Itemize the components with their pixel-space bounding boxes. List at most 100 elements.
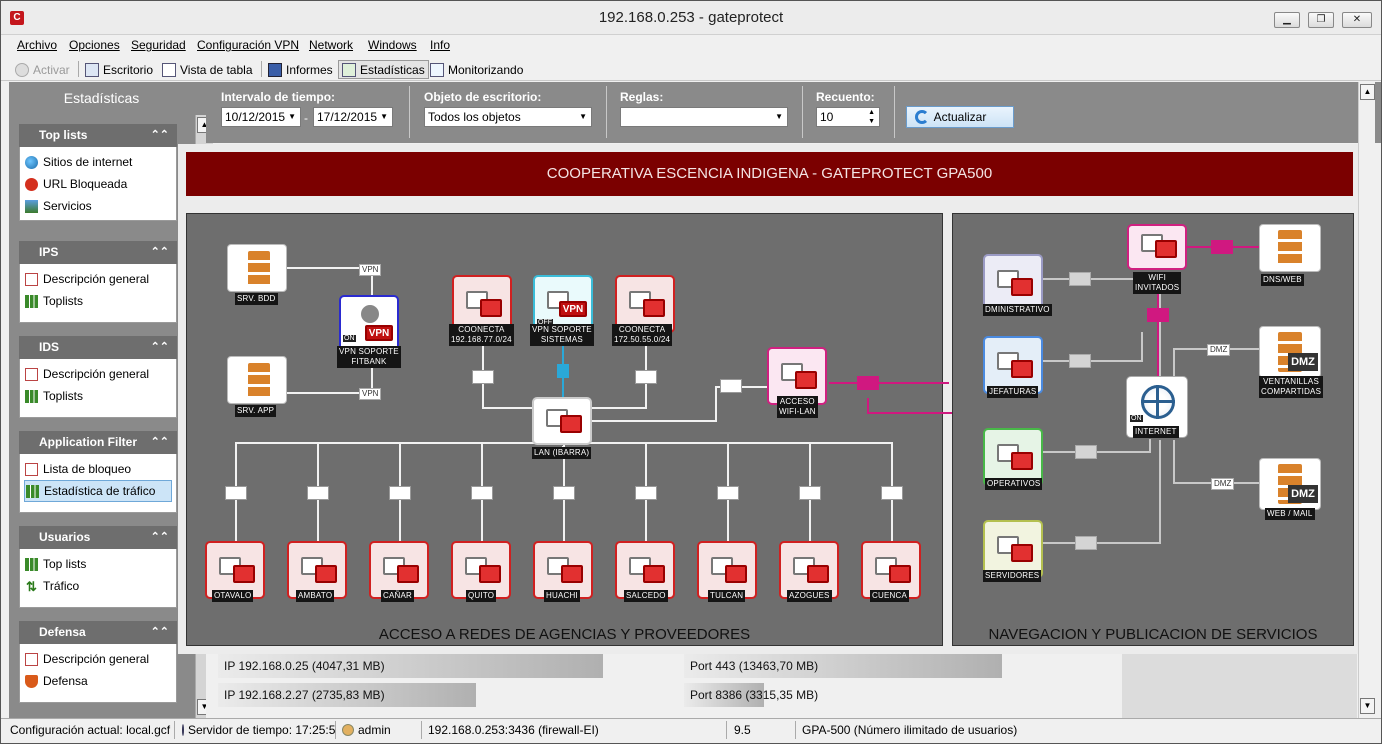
status-user: admin	[339, 721, 422, 739]
status-version: 9.5	[731, 721, 796, 739]
menu-opciones[interactable]: Opciones	[69, 38, 120, 52]
node-label: DNS/WEB	[1261, 274, 1304, 286]
section-ips: IPS ⌃⌃ Descripción general Toplists	[19, 241, 177, 323]
sidebar-item-usuarios-toplists[interactable]: Top lists	[24, 553, 172, 575]
menu-info[interactable]: Info	[430, 38, 450, 52]
node-label: OTAVALO	[212, 590, 254, 602]
node-wifi-invitados[interactable]	[1127, 224, 1187, 270]
section-header[interactable]: IDS ⌃⌃	[19, 336, 177, 359]
sidebar-item-ids-descripcion[interactable]: Descripción general	[24, 363, 172, 385]
node-label: TULCAN	[708, 590, 746, 602]
node-label: INTERNET	[1133, 426, 1179, 438]
section-header[interactable]: Usuarios ⌃⌃	[19, 526, 177, 549]
monitorizando-button[interactable]: Monitorizando	[427, 60, 526, 79]
escritorio-button[interactable]: Escritorio	[82, 60, 156, 79]
sidebar-item-url-bloqueada[interactable]: URL Bloqueada	[24, 173, 172, 195]
node-label: LAN (IBARRA)	[532, 447, 592, 459]
dmz-tag: DMZ	[1207, 344, 1231, 356]
node-label: WIFI INVITADOS	[1133, 272, 1182, 294]
date-to-picker[interactable]: 17/12/2015 ▼	[313, 107, 393, 127]
scroll-down-arrow-icon[interactable]: ▼	[1360, 698, 1375, 714]
count-stepper[interactable]: 10 ▲ ▼	[816, 107, 880, 127]
document-icon	[25, 367, 38, 381]
monitor-icon	[725, 565, 747, 583]
menu-seguridad[interactable]: Seguridad	[131, 38, 186, 52]
section-header[interactable]: Application Filter ⌃⌃	[19, 431, 177, 454]
vpn-node-fitbank[interactable]: VPN ON	[339, 295, 399, 353]
network-dashboard: COOPERATIVA ESCENCIA INDIGENA - GATEPROT…	[178, 144, 1364, 654]
sidebar-item-label: Lista de bloqueo	[43, 462, 132, 476]
link-connector	[389, 486, 411, 500]
sidebar-item-trafico[interactable]: ⇅ Tráfico	[24, 575, 172, 597]
node-label: DMINISTRATIVO	[983, 304, 1052, 316]
collapse-icon[interactable]: ⌃⌃	[151, 431, 169, 454]
close-button[interactable]: ✕	[1342, 12, 1372, 28]
sidebar-item-label: Descripción general	[43, 272, 150, 286]
node-label: COONECTA 172.50.55.0/24	[612, 324, 673, 346]
wifi-link-connector	[1147, 308, 1169, 322]
server-node-srv-app[interactable]	[227, 356, 287, 404]
node-lan-ibarra[interactable]	[532, 397, 592, 445]
node-label: WEB / MAIL	[1265, 508, 1315, 520]
section-header[interactable]: Top lists ⌃⌃	[19, 124, 177, 147]
date-from-picker[interactable]: 10/12/2015 ▼	[221, 107, 301, 127]
filter-divider	[802, 86, 803, 138]
collapse-icon[interactable]: ⌃⌃	[151, 526, 169, 549]
dmz-node-web-mail[interactable]: DMZ	[1259, 458, 1321, 510]
link-connector	[635, 486, 657, 500]
collapse-icon[interactable]: ⌃⌃	[151, 336, 169, 359]
sidebar-item-ids-toplists[interactable]: Toplists	[24, 385, 172, 407]
vista-tabla-button[interactable]: Vista de tabla	[159, 60, 256, 79]
estadisticas-button[interactable]: Estadísticas	[338, 60, 429, 79]
server-node-dns-web[interactable]	[1259, 224, 1321, 272]
monitorizando-label: Monitorizando	[448, 62, 524, 77]
sidebar-item-sitios-internet[interactable]: Sitios de internet	[24, 151, 172, 173]
rules-select[interactable]: ▼	[620, 107, 788, 127]
sidebar-item-ips-descripcion[interactable]: Descripción general	[24, 268, 172, 290]
collapse-icon[interactable]: ⌃⌃	[151, 241, 169, 264]
document-icon	[25, 652, 38, 666]
filter-divider	[894, 86, 895, 138]
dmz-node-ventanillas[interactable]: DMZ	[1259, 326, 1321, 378]
vpn-tag: VPN	[359, 388, 382, 400]
node-label: JEFATURAS	[987, 386, 1039, 398]
minimize-button[interactable]: ▁	[1274, 12, 1300, 28]
status-badge: ON	[1130, 415, 1143, 422]
vpn-link-connector	[557, 364, 569, 378]
monitor-icon	[480, 299, 502, 317]
monitor-icon	[889, 565, 911, 583]
sidebar-item-lista-bloqueo[interactable]: Lista de bloqueo	[24, 458, 172, 480]
informes-button[interactable]: Informes	[265, 60, 336, 79]
collapse-icon[interactable]: ⌃⌃	[151, 124, 169, 147]
scroll-up-arrow-icon[interactable]: ▲	[1360, 84, 1375, 100]
menu-windows[interactable]: Windows	[368, 38, 417, 52]
sidebar-item-defensa[interactable]: Defensa	[24, 670, 172, 692]
server-node-srv-bdd[interactable]	[227, 244, 287, 292]
monitor-icon	[397, 565, 419, 583]
informes-label: Informes	[286, 62, 333, 77]
maximize-button[interactable]: ❐	[1308, 12, 1334, 28]
sidebar-item-defensa-descripcion[interactable]: Descripción general	[24, 648, 172, 670]
menu-network[interactable]: Network	[309, 38, 353, 52]
object-select[interactable]: Todos los objetos ▼	[424, 107, 592, 127]
sidebar-item-ips-toplists[interactable]: Toplists	[24, 290, 172, 312]
stepper-arrows-icon[interactable]: ▲ ▼	[868, 108, 875, 126]
traffic-row-label: IP 192.168.2.27 (2735,83 MB)	[224, 688, 385, 702]
section-header[interactable]: IPS ⌃⌃	[19, 241, 177, 264]
node-label: ACCESO WIFI-LAN	[777, 396, 818, 418]
sidebar-item-servicios[interactable]: Servicios	[24, 195, 172, 217]
menu-archivo[interactable]: Archivo	[17, 38, 57, 52]
section-header[interactable]: Defensa ⌃⌃	[19, 621, 177, 644]
refresh-button[interactable]: Actualizar	[906, 106, 1014, 128]
toolbar-divider	[78, 61, 79, 77]
sidebar-item-estadistica-trafico[interactable]: Estadística de tráfico	[24, 480, 172, 502]
left-panel-title: ACCESO A REDES DE AGENCIAS Y PROVEEDORES	[378, 626, 751, 643]
dashboard-banner: COOPERATIVA ESCENCIA INDIGENA - GATEPROT…	[186, 152, 1353, 196]
collapse-icon[interactable]: ⌃⌃	[151, 621, 169, 644]
activar-button[interactable]: Activar	[12, 60, 73, 79]
monitor-icon	[807, 565, 829, 583]
menu-configuracion-vpn[interactable]: Configuración VPN	[197, 38, 299, 52]
main-scrollbar[interactable]: ▲ ▼	[1358, 82, 1375, 718]
sidebar-item-label: Top lists	[43, 557, 87, 571]
node-label: CAÑAR	[381, 590, 415, 602]
